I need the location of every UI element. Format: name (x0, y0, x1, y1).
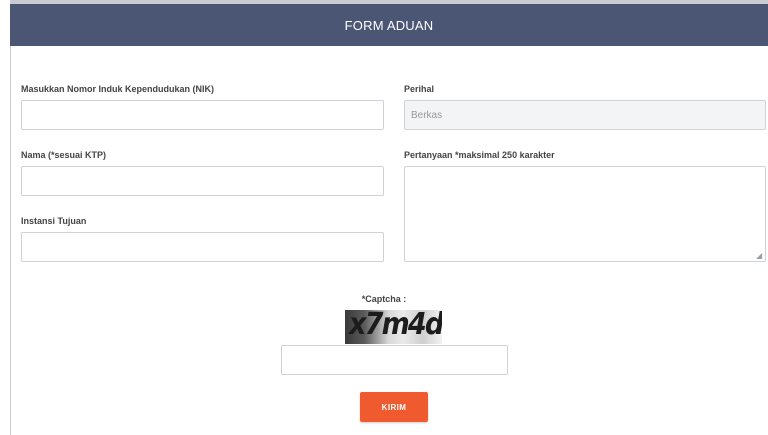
instansi-label: Instansi Tujuan (21, 216, 87, 226)
form-header: FORM ADUAN (10, 0, 768, 46)
nik-input[interactable] (21, 100, 384, 130)
captcha-image-text: x7m4d (349, 310, 442, 342)
instansi-input[interactable] (21, 232, 384, 262)
perihal-input[interactable] (404, 100, 766, 130)
captcha-input[interactable] (281, 345, 508, 375)
captcha-image: x7m4d (345, 310, 442, 344)
nama-input[interactable] (21, 166, 384, 196)
pertanyaan-textarea[interactable] (404, 166, 766, 262)
form-title: FORM ADUAN (344, 17, 434, 33)
pertanyaan-label: Pertanyaan *maksimal 250 karakter (404, 150, 555, 160)
submit-button[interactable]: KIRIM (360, 392, 428, 422)
perihal-label: Perihal (404, 84, 435, 94)
resize-handle-icon[interactable]: ◢ (756, 252, 763, 260)
captcha-label: *Captcha : (361, 294, 407, 304)
nama-label: Nama (*sesuai KTP) (21, 150, 107, 160)
nik-label: Masukkan Nomor Induk Kependudukan (NIK) (21, 84, 215, 94)
